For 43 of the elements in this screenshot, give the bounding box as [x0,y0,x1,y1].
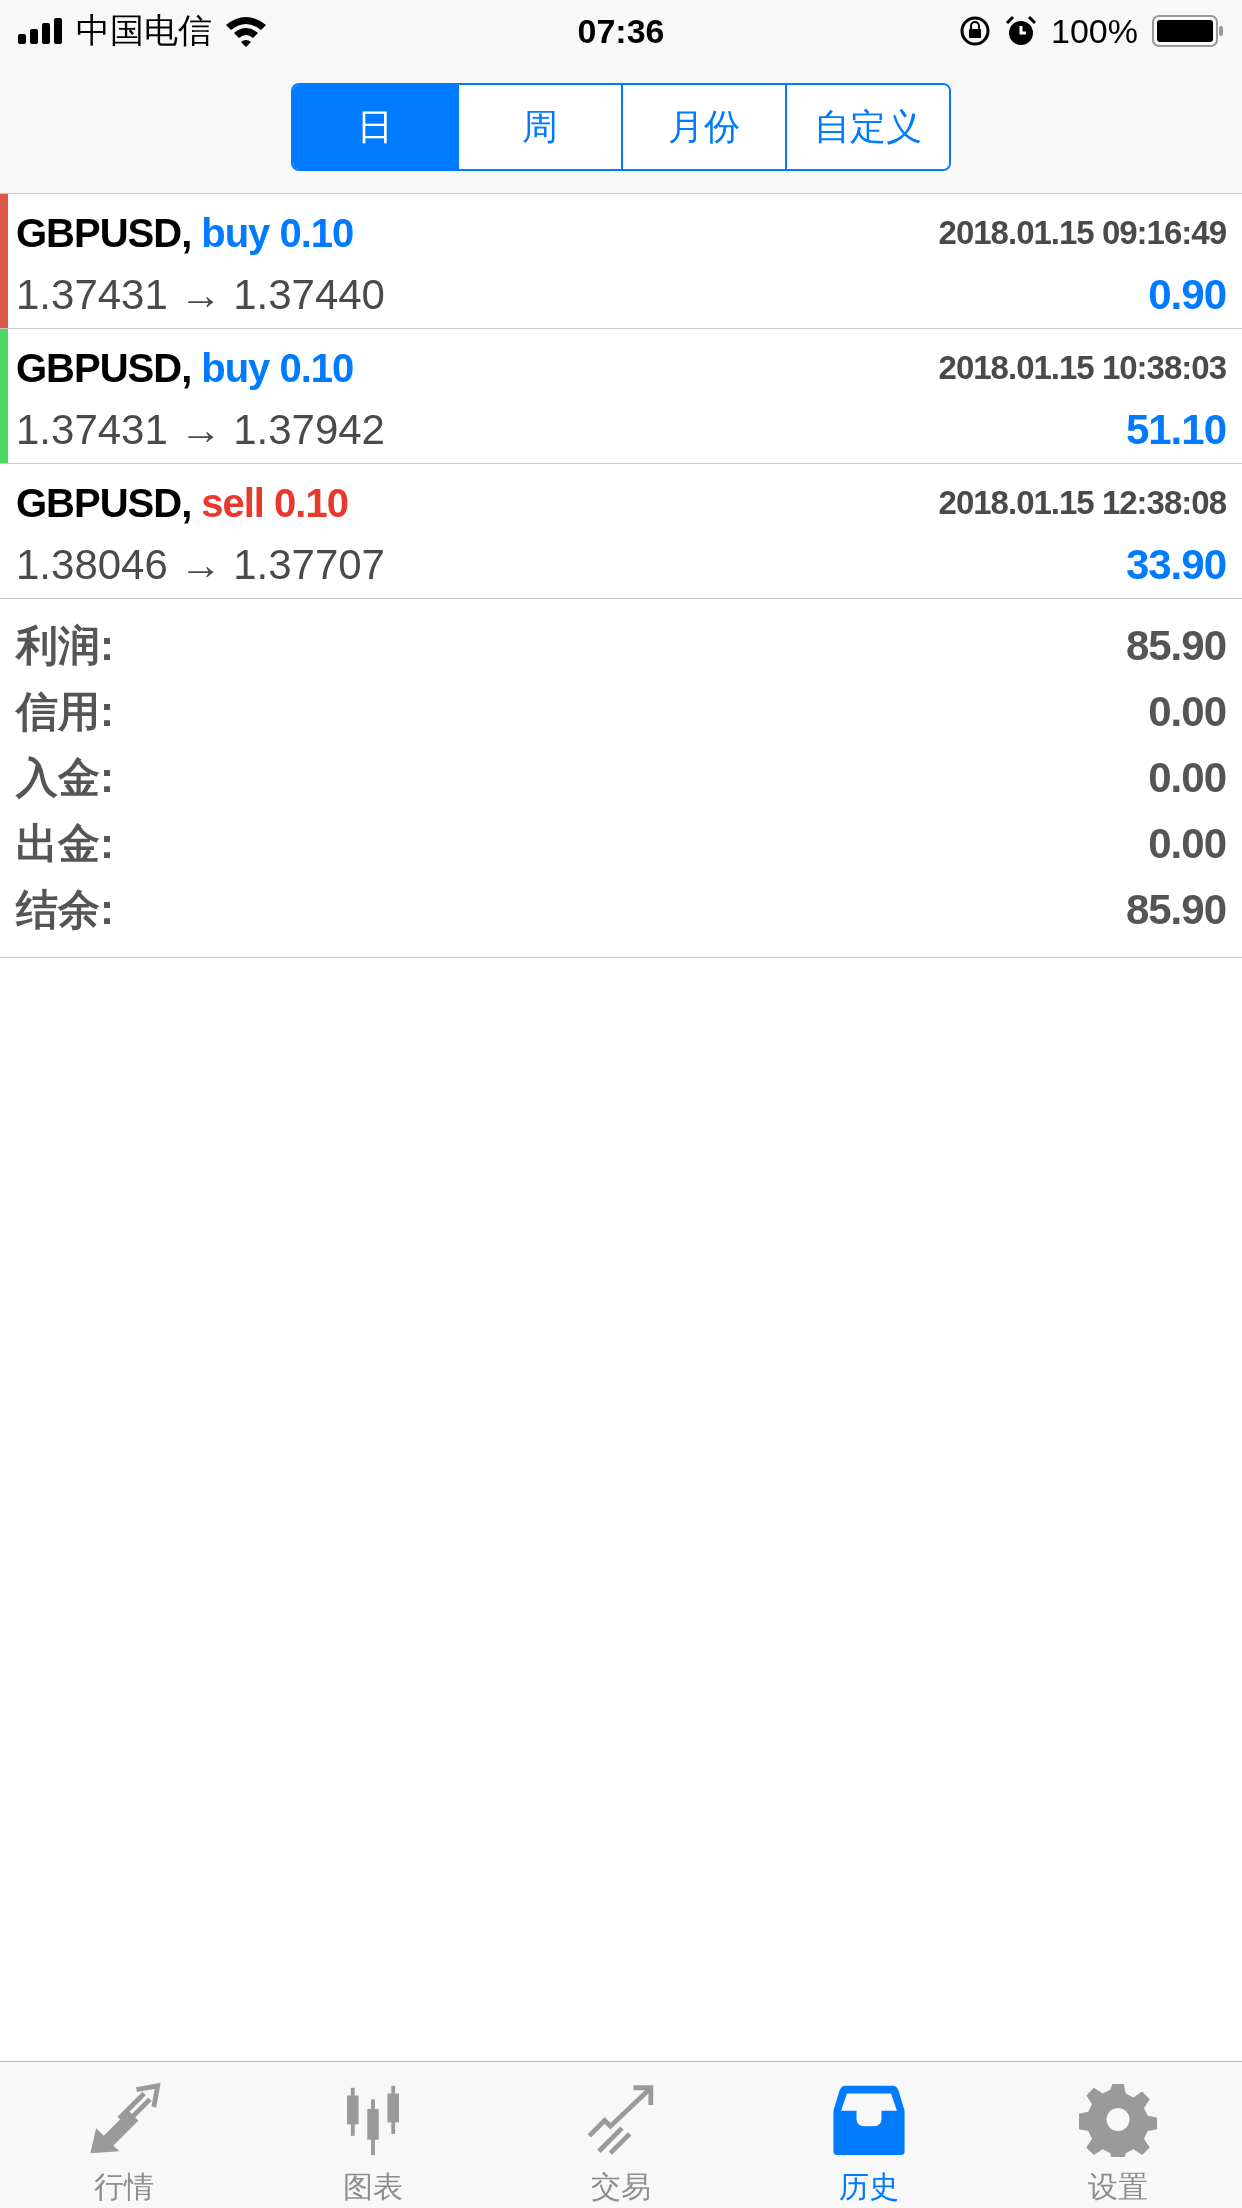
summary-label: 出金: [16,819,114,869]
trade-time: 2018.01.15 10:38:03 [938,349,1226,387]
period-tab[interactable]: 自定义 [785,85,949,169]
profit-value: 0.90 [1148,271,1226,319]
order-side: buy 0.10 [201,345,354,391]
price-range: 1.38046 → 1.37707 [16,541,385,589]
battery-percent: 100% [1051,11,1138,51]
rotation-lock-icon [959,15,992,47]
trade-time: 2018.01.15 09:16:49 [938,214,1226,252]
summary-value: 85.90 [1125,622,1226,670]
summary-value: 85.90 [1125,886,1226,934]
trade-time: 2018.01.15 12:38:08 [938,484,1226,522]
summary-label: 利润: [16,621,114,671]
summary-value: 0.00 [1148,688,1226,736]
signal-icon [18,18,64,44]
summary-value: 0.00 [1148,754,1226,802]
summary-label: 入金: [16,753,114,803]
profit-value: 33.90 [1125,541,1226,589]
alarm-clock-icon [1005,15,1038,47]
tab-bar-item[interactable]: 交易 [496,2062,746,2208]
settings-icon [1078,2082,1157,2157]
profit-value: 51.10 [1125,406,1226,454]
period-tab[interactable]: 日 [293,85,457,169]
price-range: 1.37431 → 1.37942 [16,406,385,454]
period-tab[interactable]: 周 [457,85,621,169]
carrier-name: 中国电信 [76,10,212,51]
wifi-icon [224,15,268,47]
tab-bar-item[interactable]: 行情 [0,2062,249,2208]
summary-label: 信用: [16,687,114,737]
price-range: 1.37431 → 1.37440 [16,271,385,319]
clock-time: 07:36 [577,11,665,51]
summary-value: 0.00 [1148,820,1226,868]
tab-bar-item[interactable]: 设置 [993,2062,1242,2208]
symbol: GBPUSD, [16,345,192,391]
period-tab[interactable]: 月份 [621,85,785,169]
order-side: sell 0.10 [201,480,348,526]
order-side: buy 0.10 [201,210,354,256]
tab-bar-item[interactable]: 历史 [745,2062,994,2208]
summary-label: 结余: [16,885,114,935]
symbol: GBPUSD, [16,480,192,526]
battery-icon [1152,15,1224,47]
tab-bar-item[interactable]: 图表 [248,2062,497,2208]
symbol: GBPUSD, [16,210,192,256]
